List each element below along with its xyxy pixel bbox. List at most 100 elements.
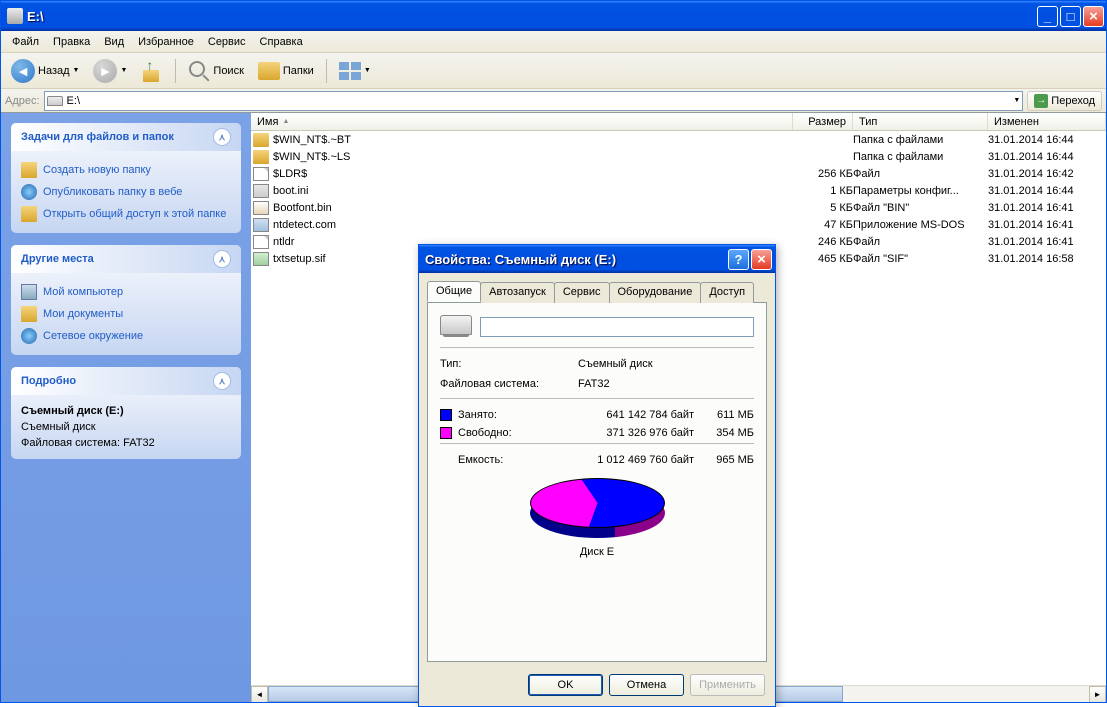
- file-type: Файл: [853, 168, 988, 180]
- titlebar[interactable]: E:\ _ □ ×: [1, 1, 1106, 31]
- file-row[interactable]: boot.ini1 КБПараметры конфиг...31.01.201…: [251, 182, 1106, 199]
- file-size: 1 КБ: [793, 185, 853, 197]
- menu-tools[interactable]: Сервис: [201, 34, 253, 50]
- free-color-icon: [440, 427, 452, 439]
- divider: [440, 347, 754, 348]
- up-button[interactable]: [137, 58, 167, 84]
- network-icon: [21, 328, 37, 344]
- maximize-button[interactable]: □: [1060, 6, 1081, 27]
- separator: [175, 59, 176, 83]
- back-button[interactable]: ◄ Назад ▼: [7, 57, 83, 85]
- folders-button[interactable]: Папки: [254, 60, 318, 82]
- search-button[interactable]: Поиск: [184, 58, 247, 84]
- addressbar: Адрес: ▼ → Переход: [1, 89, 1106, 113]
- tasks-header[interactable]: Задачи для файлов и папок ⋏: [11, 123, 241, 151]
- details-drive-type: Съемный диск: [21, 419, 231, 435]
- dialog-buttons: OK Отмена Применить: [419, 670, 775, 706]
- separator: [326, 59, 327, 83]
- volume-label-input[interactable]: [480, 317, 754, 337]
- file-size: 246 КБ: [793, 236, 853, 248]
- dialog-close-button[interactable]: ×: [751, 249, 772, 270]
- file-row[interactable]: $LDR$256 КБФайл31.01.2014 16:42: [251, 165, 1106, 182]
- places-panel: Другие места ⋏ Мой компьютер Мои докумен…: [11, 245, 241, 355]
- file-icon: [253, 201, 269, 215]
- forward-button[interactable]: ► ▼: [89, 57, 131, 85]
- drive-icon: [440, 315, 472, 335]
- column-headers: Имя▲ Размер Тип Изменен: [251, 113, 1106, 131]
- scroll-right-button[interactable]: ►: [1089, 686, 1106, 702]
- col-modified[interactable]: Изменен: [988, 113, 1106, 130]
- file-name: ntldr: [273, 236, 294, 248]
- file-row[interactable]: $WIN_NT$.~BTПапка с файлами31.01.2014 16…: [251, 131, 1106, 148]
- dialog-body: Общие Автозапуск Сервис Оборудование Дос…: [419, 273, 775, 670]
- tab-hardware[interactable]: Оборудование: [609, 282, 702, 303]
- properties-dialog: Свойства: Съемный диск (E:) ? × Общие Ав…: [418, 244, 776, 707]
- file-icon: [253, 218, 269, 232]
- dialog-title: Свойства: Съемный диск (E:): [425, 252, 726, 267]
- used-bytes: 641 142 784 байт: [538, 409, 694, 421]
- folder-icon: [21, 162, 37, 178]
- free-mb: 354 МБ: [694, 427, 754, 439]
- place-computer[interactable]: Мой компьютер: [21, 281, 231, 303]
- file-row[interactable]: $WIN_NT$.~LSПапка с файлами31.01.2014 16…: [251, 148, 1106, 165]
- tab-tools[interactable]: Сервис: [554, 282, 610, 303]
- menu-favorites[interactable]: Избранное: [131, 34, 201, 50]
- share-icon: [21, 206, 37, 222]
- file-date: 31.01.2014 16:41: [988, 202, 1106, 214]
- computer-icon: [21, 284, 37, 300]
- address-label: Адрес:: [5, 95, 40, 107]
- collapse-icon[interactable]: ⋏: [213, 372, 231, 390]
- details-header[interactable]: Подробно ⋏: [11, 367, 241, 395]
- places-header[interactable]: Другие места ⋏: [11, 245, 241, 273]
- globe-icon: [21, 184, 37, 200]
- tab-general[interactable]: Общие: [427, 281, 481, 302]
- menu-help[interactable]: Справка: [253, 34, 310, 50]
- search-icon: [188, 60, 210, 82]
- collapse-icon[interactable]: ⋏: [213, 250, 231, 268]
- views-button[interactable]: ▼: [335, 60, 375, 82]
- minimize-button[interactable]: _: [1037, 6, 1058, 27]
- cancel-button[interactable]: Отмена: [609, 674, 684, 696]
- file-size: 5 КБ: [793, 202, 853, 214]
- tasks-title: Задачи для файлов и папок: [21, 131, 174, 143]
- task-share[interactable]: Открыть общий доступ к этой папке: [21, 203, 231, 225]
- forward-icon: ►: [93, 59, 117, 83]
- menu-view[interactable]: Вид: [97, 34, 131, 50]
- file-date: 31.01.2014 16:42: [988, 168, 1106, 180]
- scroll-left-button[interactable]: ◄: [251, 686, 268, 702]
- menu-edit[interactable]: Правка: [46, 34, 97, 50]
- collapse-icon[interactable]: ⋏: [213, 128, 231, 146]
- ok-button[interactable]: OK: [528, 674, 603, 696]
- folder-up-icon: [141, 60, 163, 82]
- go-button[interactable]: → Переход: [1027, 91, 1102, 111]
- col-type[interactable]: Тип: [853, 113, 988, 130]
- file-type: Папка с файлами: [853, 134, 988, 146]
- tab-sharing[interactable]: Доступ: [700, 282, 754, 303]
- chevron-down-icon[interactable]: ▼: [1013, 97, 1020, 104]
- details-title: Подробно: [21, 375, 76, 387]
- details-panel: Подробно ⋏ Съемный диск (E:) Съемный дис…: [11, 367, 241, 459]
- chevron-down-icon: ▼: [73, 67, 80, 74]
- close-button[interactable]: ×: [1083, 6, 1104, 27]
- divider: [440, 398, 754, 399]
- task-publish[interactable]: Опубликовать папку в вебе: [21, 181, 231, 203]
- col-size[interactable]: Размер: [793, 113, 853, 130]
- file-row[interactable]: Bootfont.bin5 КБФайл "BIN"31.01.2014 16:…: [251, 199, 1106, 216]
- address-input-wrap[interactable]: ▼: [44, 91, 1024, 111]
- task-new-folder[interactable]: Создать новую папку: [21, 159, 231, 181]
- place-documents[interactable]: Мои документы: [21, 303, 231, 325]
- file-icon: [253, 133, 269, 147]
- apply-button[interactable]: Применить: [690, 674, 765, 696]
- tabs: Общие Автозапуск Сервис Оборудование Дос…: [427, 281, 767, 302]
- col-name[interactable]: Имя▲: [251, 113, 793, 130]
- sort-asc-icon: ▲: [282, 118, 289, 125]
- file-name: ntdetect.com: [273, 219, 336, 231]
- place-network[interactable]: Сетевое окружение: [21, 325, 231, 347]
- address-input[interactable]: [67, 95, 1010, 107]
- tab-autorun[interactable]: Автозапуск: [480, 282, 555, 303]
- help-button[interactable]: ?: [728, 249, 749, 270]
- dialog-titlebar[interactable]: Свойства: Съемный диск (E:) ? ×: [419, 245, 775, 273]
- file-row[interactable]: ntdetect.com47 КБПриложение MS-DOS31.01.…: [251, 216, 1106, 233]
- disk-label: Диск E: [580, 546, 614, 558]
- menu-file[interactable]: Файл: [5, 34, 46, 50]
